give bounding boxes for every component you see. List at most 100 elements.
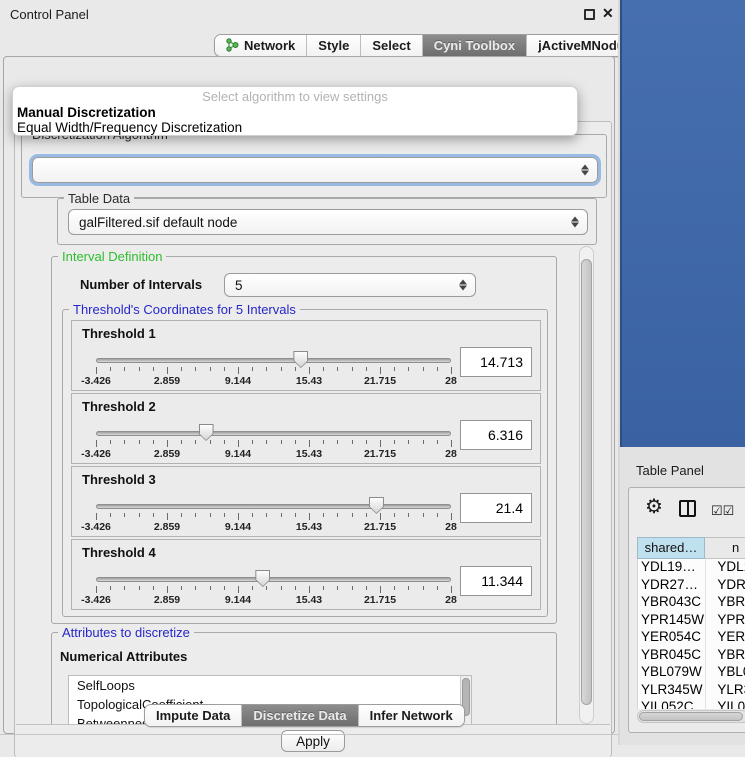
slider-axis-label: 21.715 — [350, 521, 410, 533]
threshold-slider-handle[interactable] — [293, 351, 308, 368]
tab-infer-network[interactable]: Infer Network — [359, 705, 464, 726]
main-scrollbar[interactable] — [579, 246, 594, 724]
table-row[interactable]: YPR145WYPR1 — [638, 612, 745, 630]
number-of-intervals-combo[interactable]: 5 — [224, 273, 476, 297]
threshold-slider-track[interactable] — [96, 358, 451, 363]
slider-tick — [238, 440, 239, 447]
threshold-slider-track[interactable] — [96, 504, 451, 509]
table-row[interactable]: YBL079WYBL0 — [638, 664, 745, 682]
table-body[interactable]: YDL19…YDL1YDR27…YDR2YBR043CYBR0YPR145WYP… — [637, 559, 745, 709]
threshold-slider-handle[interactable] — [199, 424, 214, 441]
slider-tick — [423, 513, 424, 517]
control-panel-window: Control Panel ✕ Network Style Select Cyn… — [0, 0, 618, 745]
slider-tick — [323, 513, 324, 517]
float-window-icon[interactable] — [584, 9, 595, 20]
slider-tick — [266, 367, 267, 371]
table-hscrollbar-thumb[interactable] — [639, 712, 743, 721]
slider-tick — [423, 367, 424, 371]
checkbox-icons[interactable]: ☑☑ — [711, 503, 734, 519]
column-header-name[interactable]: n — [705, 537, 745, 559]
slider-tick — [110, 367, 111, 371]
threshold-row: Threshold 1-3.4262.8599.14415.4321.71528… — [71, 320, 541, 391]
slider-axis-label: 21.715 — [350, 594, 410, 606]
split-column-icon[interactable] — [679, 500, 696, 517]
threshold-value-field[interactable]: 6.316 — [460, 420, 532, 450]
threshold-slider-track[interactable] — [96, 577, 451, 582]
slider-tick — [366, 513, 367, 517]
slider-tick — [238, 367, 239, 374]
slider-tick — [366, 440, 367, 444]
slider-axis-label: 15.43 — [279, 594, 339, 606]
threshold-label: Threshold 1 — [82, 326, 156, 341]
slider-tick — [451, 367, 452, 374]
slider-tick — [224, 513, 225, 517]
slider-tick — [437, 367, 438, 371]
slider-tick — [224, 586, 225, 590]
threshold-label: Threshold 2 — [82, 399, 156, 414]
thresholds-group: Threshold's Coordinates for 5 Intervals … — [62, 309, 548, 617]
tab-select[interactable]: Select — [361, 35, 422, 56]
threshold-value-field[interactable]: 14.713 — [460, 347, 532, 377]
slider-tick — [124, 586, 125, 590]
slider-tick — [309, 586, 310, 593]
slider-tick — [167, 367, 168, 374]
slider-tick — [337, 440, 338, 444]
slider-tick — [451, 440, 452, 447]
number-of-intervals-label: Number of Intervals — [80, 277, 202, 292]
algorithm-combo[interactable] — [32, 157, 598, 183]
slider-tick — [337, 513, 338, 517]
slider-tick — [96, 513, 97, 520]
tab-network-label: Network — [244, 38, 295, 53]
threshold-label: Threshold 3 — [82, 472, 156, 487]
tab-discretize-data[interactable]: Discretize Data — [242, 705, 358, 726]
slider-tick — [366, 367, 367, 371]
slider-tick — [210, 513, 211, 517]
slider-tick — [295, 440, 296, 444]
slider-tick — [437, 586, 438, 590]
table-row[interactable]: YIL052CYIL0 — [638, 699, 745, 709]
slider-tick — [210, 586, 211, 590]
popup-item-manual-discretization[interactable]: Manual Discretization — [13, 105, 577, 120]
settings-scroll-viewport: Interval Definition Number of Intervals … — [15, 246, 575, 724]
table-row[interactable]: YDL19…YDL1 — [638, 559, 745, 577]
main-scrollbar-thumb[interactable] — [581, 259, 592, 705]
slider-tick — [380, 586, 381, 593]
slider-tick — [139, 367, 140, 371]
close-icon[interactable]: ✕ — [602, 5, 614, 22]
table-row[interactable]: YDR27…YDR2 — [638, 577, 745, 595]
tab-cyni-toolbox[interactable]: Cyni Toolbox — [423, 35, 527, 56]
table-row[interactable]: YBR043CYBR0 — [638, 594, 745, 612]
tab-impute-data[interactable]: Impute Data — [145, 705, 242, 726]
tab-style[interactable]: Style — [307, 35, 361, 56]
slider-axis-label: -3.426 — [66, 594, 126, 606]
threshold-value-field[interactable]: 21.4 — [460, 493, 532, 523]
tab-network[interactable]: Network — [215, 35, 307, 56]
panel-title: Control Panel — [10, 7, 89, 22]
threshold-value-field[interactable]: 11.344 — [460, 566, 532, 596]
algorithm-hint: Select algorithm to view settings — [13, 89, 577, 105]
popup-item-equal-width-frequency[interactable]: Equal Width/Frequency Discretization — [13, 120, 577, 135]
slider-tick — [323, 440, 324, 444]
column-header-shared-name[interactable]: shared… — [637, 537, 705, 559]
slider-tick — [423, 440, 424, 444]
threshold-slider-handle[interactable] — [255, 570, 270, 587]
network-window-frame: GAL80GCGAL11GAL4GCY1HHAP2 — [620, 0, 745, 447]
attribute-list-item[interactable]: SelfLoops — [69, 676, 471, 695]
gear-icon[interactable]: ⚙ — [645, 497, 663, 517]
slider-tick — [266, 440, 267, 444]
table-data-combo[interactable]: galFiltered.sif default node — [68, 209, 588, 235]
table-row[interactable]: YLR345WYLR3 — [638, 682, 745, 700]
threshold-slider-handle[interactable] — [369, 497, 384, 514]
slider-axis-label: 2.859 — [137, 448, 197, 460]
slider-tick — [153, 586, 154, 590]
table-row[interactable]: YER054CYER0 — [638, 629, 745, 647]
slider-axis-label: 15.43 — [279, 375, 339, 387]
table-header-row: shared… n — [637, 537, 745, 559]
slider-tick — [323, 586, 324, 590]
table-row[interactable]: YBR045CYBR0 — [638, 647, 745, 665]
slider-tick — [337, 367, 338, 371]
threshold-slider-track[interactable] — [96, 431, 451, 436]
table-horizontal-scrollbar[interactable] — [637, 710, 745, 723]
slider-tick — [167, 586, 168, 593]
slider-tick — [337, 586, 338, 590]
